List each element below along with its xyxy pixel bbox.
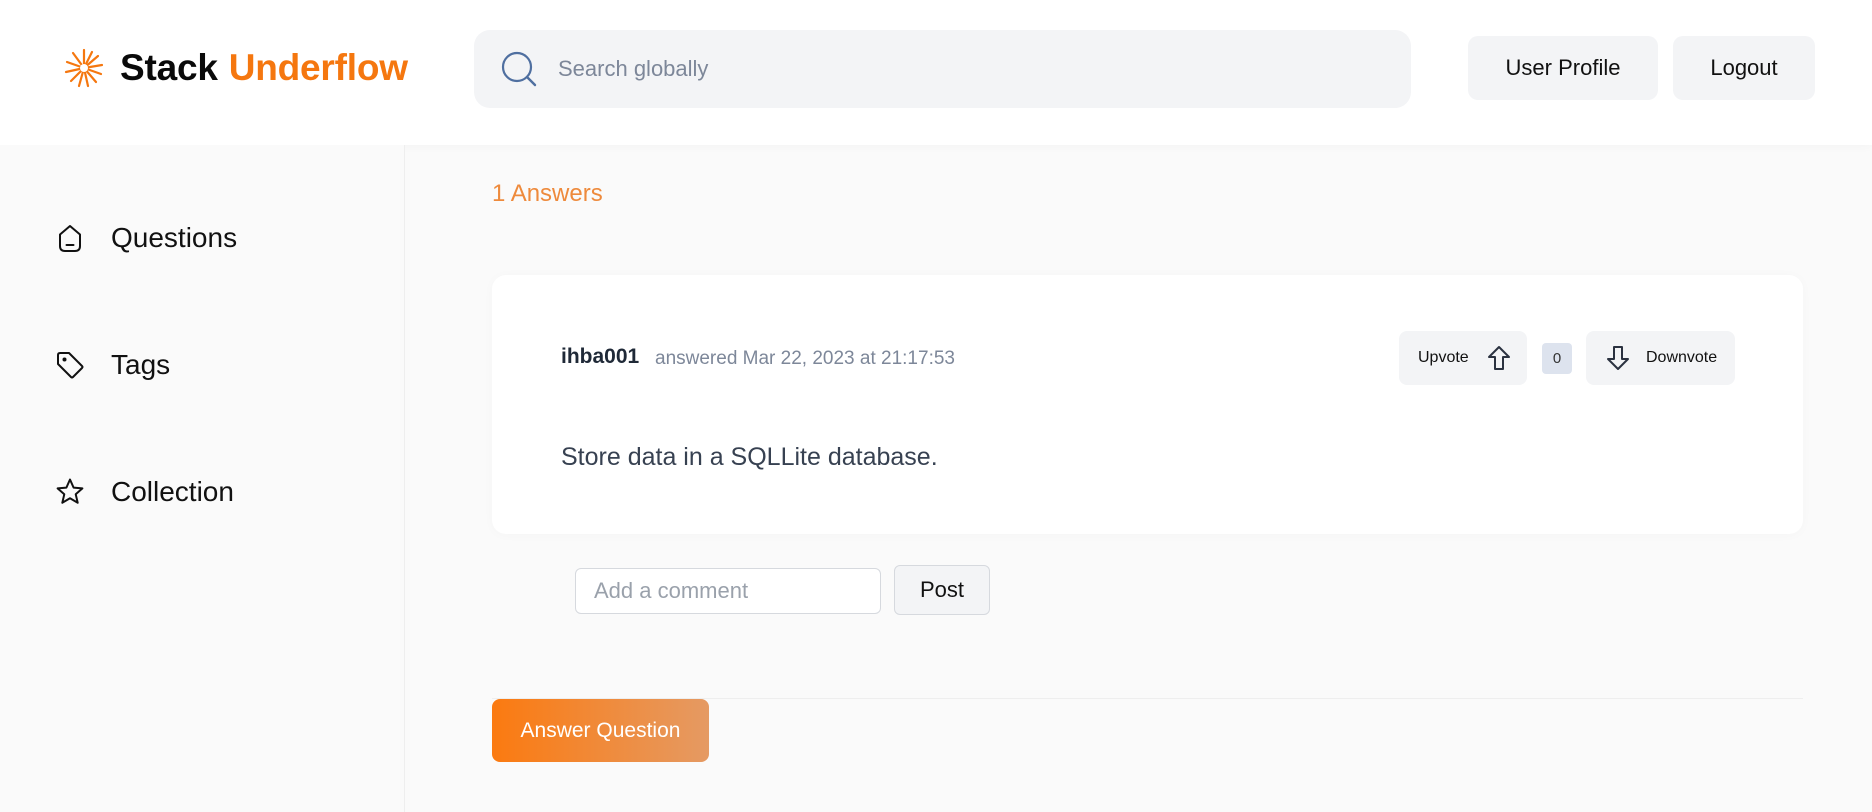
sidebar-item-tags[interactable]: Tags	[54, 349, 170, 381]
brand-name: Stack Underflow	[120, 47, 408, 89]
sidebar-item-label: Collection	[111, 476, 234, 507]
answer-body: Store data in a SQLLite database.	[561, 443, 938, 471]
answer-timestamp: answered Mar 22, 2023 at 21:17:53	[655, 348, 955, 369]
brand-logo[interactable]: Stack Underflow	[62, 46, 408, 90]
user-profile-button[interactable]: User Profile	[1468, 36, 1658, 100]
upvote-button[interactable]: Upvote	[1399, 331, 1527, 385]
global-search	[474, 30, 1411, 108]
vote-count: 0	[1542, 343, 1572, 374]
answers-count: 1 Answers	[492, 180, 603, 207]
brand-name-part1: Stack	[120, 47, 218, 88]
sidebar-item-label: Questions	[111, 222, 238, 253]
search-input[interactable]	[558, 56, 1318, 82]
arrow-down-icon	[1607, 346, 1629, 370]
post-comment-button[interactable]: Post	[894, 565, 990, 615]
downvote-label: Downvote	[1646, 349, 1718, 366]
top-header: StackUnderflow User Profile Logout	[0, 0, 1872, 145]
sunburst-logo-icon	[64, 48, 104, 88]
sidebar-item-collection[interactable]: Collection	[54, 476, 234, 508]
sidebar-item-label: Tags	[111, 349, 171, 380]
brand-name-part2: Underflow	[228, 47, 408, 88]
logout-button[interactable]: Logout	[1673, 36, 1815, 100]
sidebar-item-questions[interactable]: Questions	[54, 222, 237, 254]
search-icon[interactable]	[498, 48, 540, 90]
answer-question-button[interactable]: Answer Question	[492, 699, 709, 762]
tag-icon	[57, 352, 84, 379]
comment-input[interactable]	[575, 568, 881, 614]
answer-author[interactable]: ihba001	[561, 345, 639, 369]
upvote-label: Upvote	[1418, 349, 1469, 366]
home-icon	[59, 225, 81, 252]
sidebar: Questions Tags Collection	[0, 145, 405, 812]
downvote-button[interactable]: Downvote	[1586, 331, 1735, 385]
star-icon	[56, 478, 84, 504]
answer-card: ihba001 answered Mar 22, 2023 at 21:17:5…	[492, 275, 1803, 534]
arrow-up-icon	[1487, 346, 1510, 370]
